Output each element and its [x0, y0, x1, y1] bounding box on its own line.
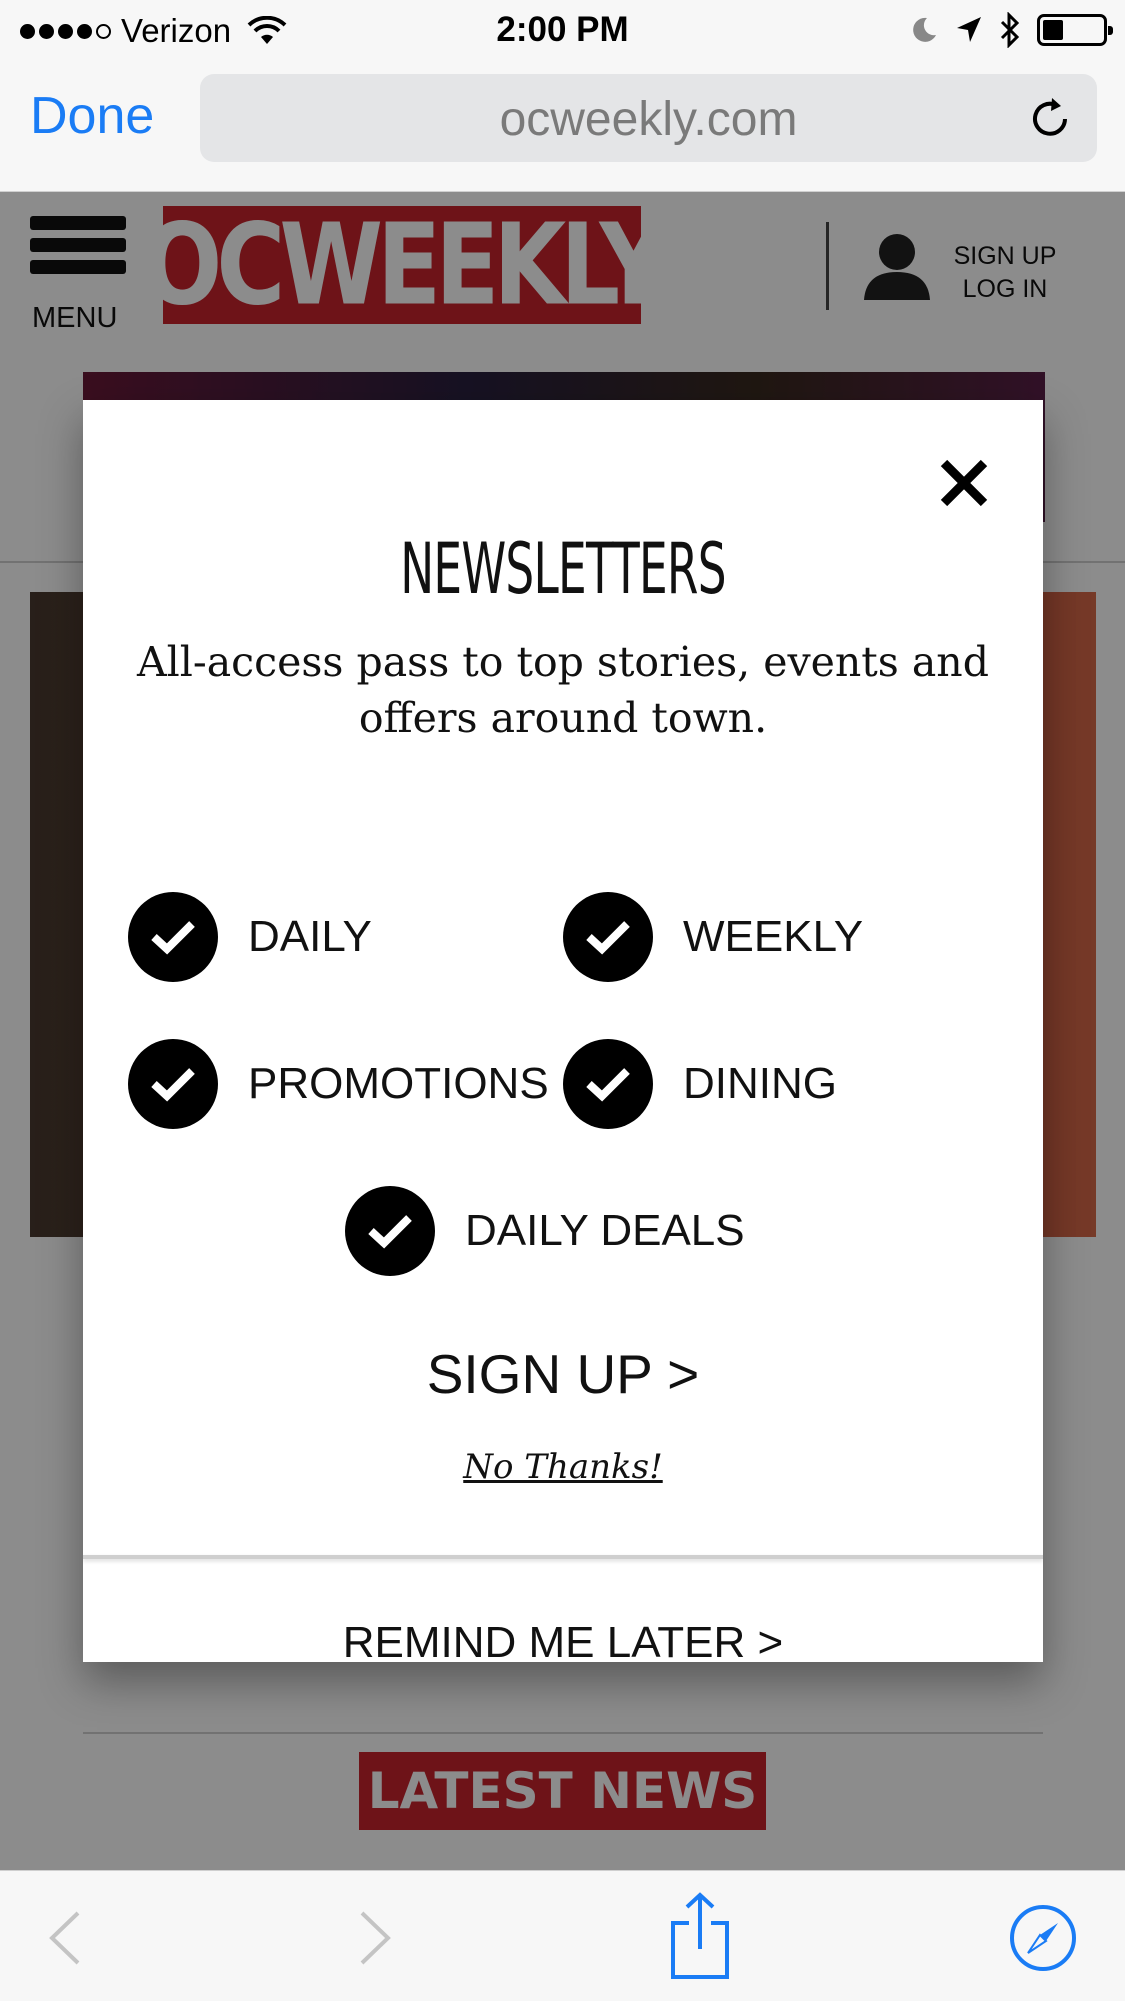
sign-up-button[interactable]: SIGN UP >: [83, 1342, 1043, 1406]
checkmark-icon[interactable]: [563, 892, 653, 982]
modal-divider: [83, 1555, 1043, 1559]
url-text: ocweekly.com: [499, 93, 798, 146]
remind-me-later-button[interactable]: REMIND ME LATER >: [83, 1618, 1043, 1662]
checkmark-icon[interactable]: [128, 892, 218, 982]
battery-icon: [1037, 14, 1113, 46]
bluetooth-icon: [1000, 12, 1020, 48]
location-arrow-icon: [957, 17, 981, 42]
option-label: PROMOTIONS: [248, 1059, 549, 1108]
checkmark-icon[interactable]: [563, 1039, 653, 1129]
address-bar[interactable]: ocweekly.com: [200, 74, 1097, 162]
option-label: DINING: [683, 1059, 837, 1108]
compass-icon[interactable]: [1008, 1903, 1078, 1973]
close-icon[interactable]: [937, 456, 991, 510]
no-thanks-link[interactable]: No Thanks!: [83, 1447, 1043, 1487]
option-daily[interactable]: DAILY: [128, 892, 372, 982]
share-icon[interactable]: [665, 1891, 735, 1981]
checkmark-icon[interactable]: [128, 1039, 218, 1129]
option-promotions[interactable]: PROMOTIONS: [128, 1039, 549, 1129]
option-daily-deals[interactable]: DAILY DEALS: [345, 1186, 745, 1276]
checkmark-icon[interactable]: [345, 1186, 435, 1276]
do-not-disturb-icon: [913, 17, 936, 42]
option-dining[interactable]: DINING: [563, 1039, 837, 1129]
browser-toolbar: [0, 1870, 1125, 2001]
newsletter-modal: NEWSLETTERS All-access pass to top stori…: [83, 400, 1043, 1662]
reload-icon[interactable]: [1025, 94, 1075, 144]
modal-subtitle: All-access pass to top stories, events a…: [137, 638, 989, 742]
browser-nav-bar: Done ocweekly.com: [0, 62, 1125, 192]
back-icon[interactable]: [30, 1903, 100, 1973]
status-bar: Verizon 2:00 PM: [0, 0, 1125, 62]
forward-icon[interactable]: [340, 1903, 410, 1973]
modal-title: NEWSLETTERS: [400, 528, 726, 610]
option-label: WEEKLY: [683, 912, 864, 961]
option-label: DAILY: [248, 912, 372, 961]
option-label: DAILY DEALS: [465, 1206, 745, 1255]
done-button[interactable]: Done: [30, 86, 154, 146]
option-weekly[interactable]: WEEKLY: [563, 892, 863, 982]
